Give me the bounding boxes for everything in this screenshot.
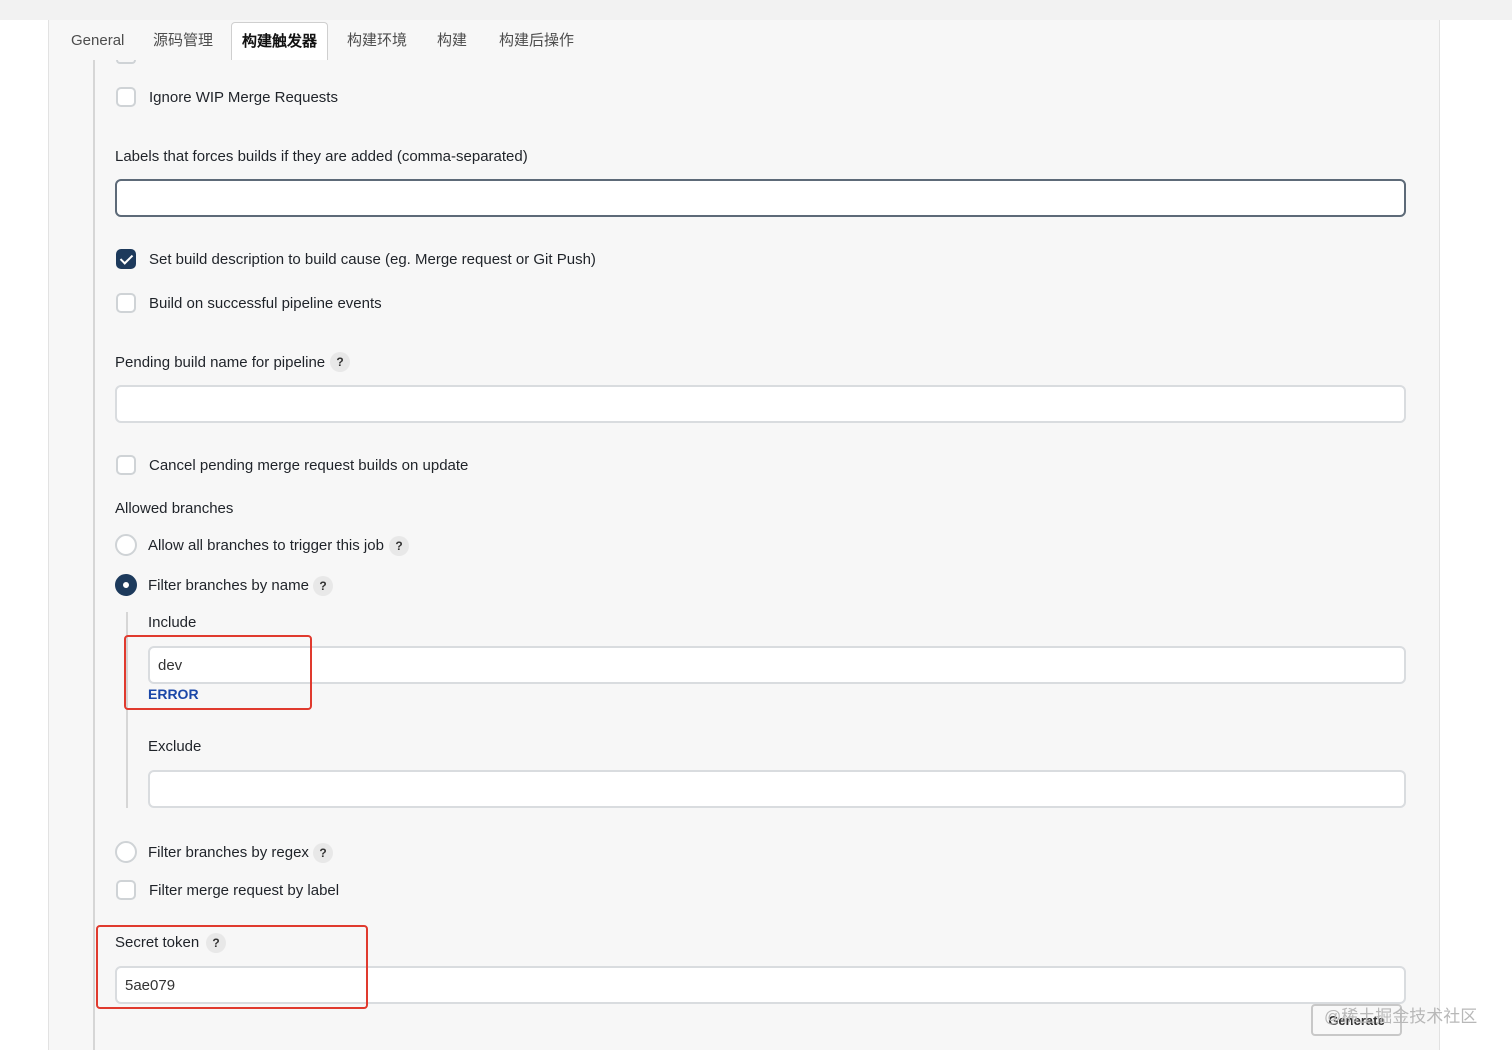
include-highlight-box bbox=[124, 635, 312, 710]
build-on-pipeline-checkbox[interactable] bbox=[116, 293, 136, 313]
allow-all-branches-radio[interactable] bbox=[115, 534, 137, 556]
top-band bbox=[0, 0, 1512, 20]
filter-by-name-label: Filter branches by name bbox=[148, 577, 309, 594]
pending-build-name-label: Pending build name for pipeline bbox=[115, 354, 326, 371]
tab-build[interactable]: 构建 bbox=[427, 23, 477, 59]
tab-bar: General 源码管理 构建触发器 构建环境 构建 构建后操作 bbox=[49, 20, 1439, 60]
filter-by-regex-radio[interactable] bbox=[115, 841, 137, 863]
filter-by-regex-label: Filter branches by regex bbox=[148, 844, 309, 861]
exclude-input[interactable] bbox=[148, 770, 1406, 808]
config-panel: General 源码管理 构建触发器 构建环境 构建 构建后操作 Ignore … bbox=[48, 20, 1440, 1050]
tab-source-management[interactable]: 源码管理 bbox=[143, 23, 223, 59]
set-build-description-checkbox[interactable] bbox=[116, 249, 136, 269]
build-on-pipeline-label: Build on successful pipeline events bbox=[149, 295, 382, 312]
filter-by-label-label: Filter merge request by label bbox=[149, 882, 340, 899]
clipped-checkbox[interactable] bbox=[116, 60, 136, 64]
ignore-wip-label: Ignore WIP Merge Requests bbox=[149, 89, 338, 106]
ignore-wip-checkbox[interactable] bbox=[116, 87, 136, 107]
allow-all-branches-help-icon[interactable]: ? bbox=[389, 536, 409, 556]
tab-post-build-actions[interactable]: 构建后操作 bbox=[489, 23, 584, 59]
filter-by-label-checkbox[interactable] bbox=[116, 880, 136, 900]
cancel-pending-checkbox[interactable] bbox=[116, 455, 136, 475]
labels-force-input[interactable] bbox=[115, 179, 1406, 217]
allow-all-branches-label: Allow all branches to trigger this job bbox=[148, 537, 384, 554]
secret-token-highlight-box bbox=[96, 925, 368, 1009]
filter-by-regex-help-icon[interactable]: ? bbox=[313, 843, 333, 863]
labels-force-label: Labels that forces builds if they are ad… bbox=[115, 148, 528, 165]
watermark-text: @稀土掘金技术社区 bbox=[1324, 1007, 1478, 1026]
pending-build-name-help-icon[interactable]: ? bbox=[330, 352, 350, 372]
filter-by-name-radio[interactable] bbox=[115, 574, 137, 596]
filter-by-name-help-icon[interactable]: ? bbox=[313, 576, 333, 596]
include-label: Include bbox=[148, 614, 197, 631]
tab-general[interactable]: General bbox=[61, 23, 134, 59]
exclude-label: Exclude bbox=[148, 738, 202, 755]
cancel-pending-label: Cancel pending merge request builds on u… bbox=[149, 457, 469, 474]
tab-build-triggers[interactable]: 构建触发器 bbox=[231, 22, 329, 60]
set-build-description-label: Set build description to build cause (eg… bbox=[149, 251, 596, 268]
include-input[interactable] bbox=[148, 646, 1406, 684]
tab-build-environment[interactable]: 构建环境 bbox=[337, 23, 417, 59]
section-indent-rule bbox=[93, 60, 95, 1050]
pending-build-name-input[interactable] bbox=[115, 385, 1406, 423]
allowed-branches-title: Allowed branches bbox=[115, 500, 234, 517]
